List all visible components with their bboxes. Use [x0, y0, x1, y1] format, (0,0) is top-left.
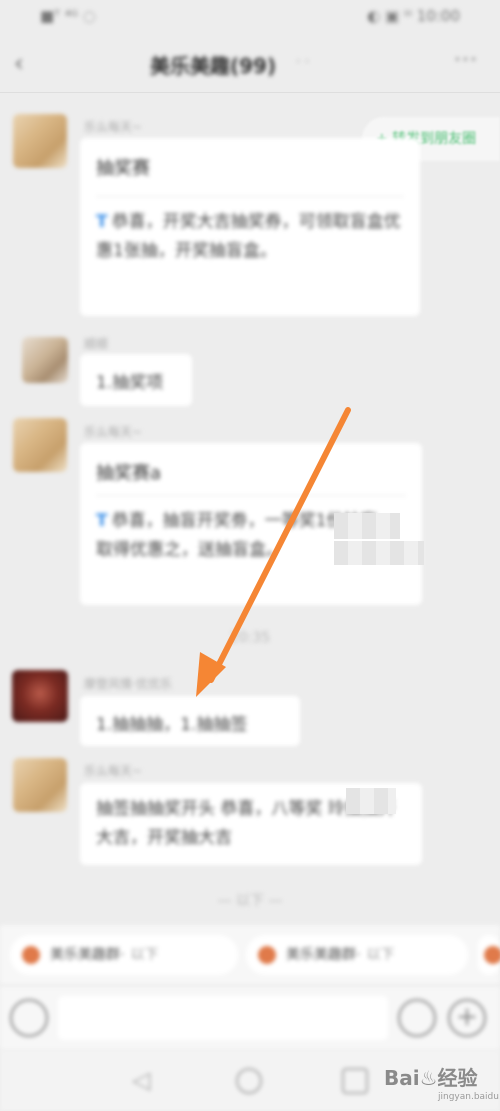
status-clock-battery: ◐ ▣ ⁱⁱⁱ 10:00	[367, 7, 460, 25]
chip-suffix: 以下	[366, 947, 395, 963]
card-title: 抽奖赛	[96, 158, 150, 179]
card-body: T 恭喜，开奖大吉抽奖券，可领取盲盒优惠1张抽，开奖抽盲盒。	[96, 208, 404, 266]
chip-label: 美乐美趣群·	[50, 947, 125, 963]
input-bar: +	[0, 985, 500, 1050]
back-arrow-icon[interactable]: ‹	[14, 50, 36, 76]
arrow-head	[196, 652, 226, 697]
sender-name: 乐么每天~	[84, 764, 143, 778]
chip-label: 美乐美趣群·	[286, 947, 361, 963]
chip-suffix: 以下	[130, 947, 159, 963]
group-icon	[484, 946, 500, 964]
emoji-icon[interactable]	[398, 999, 436, 1037]
group-icon	[22, 946, 40, 964]
system-home-icon[interactable]	[236, 1068, 262, 1094]
more-options-icon[interactable]: ···	[454, 48, 478, 73]
sender-name: 顺顺	[84, 337, 109, 351]
card-divider	[96, 495, 406, 496]
card-divider	[96, 196, 404, 197]
quick-chips-row: 美乐美趣群· 以下 美乐美趣群· 以下	[0, 925, 500, 985]
quick-chip[interactable]: 美乐美趣群· 以下	[10, 935, 238, 975]
sender-name: 摩登风情·优优乐	[84, 677, 172, 691]
chat-header: ‹ 美乐美趣(99) · · ···	[0, 34, 500, 92]
baidu-watermark-url: jingyan.baidu.com	[438, 1092, 500, 1102]
tag-icon: T	[96, 212, 108, 232]
sender-name: 乐么每天~	[84, 425, 143, 439]
privacy-mosaic	[334, 513, 400, 539]
tag-icon: T	[96, 511, 108, 531]
plus-icon[interactable]: +	[448, 999, 486, 1037]
chat-title: 美乐美趣(99)	[150, 54, 277, 78]
quick-chip[interactable]: 美乐美趣群· 以下	[246, 935, 468, 975]
avatar[interactable]	[13, 114, 67, 168]
baidu-watermark: Bai♨经验	[384, 1066, 478, 1090]
message-text: 1.抽抽抽，1.抽抽签	[96, 715, 248, 735]
quick-chip-overflow[interactable]	[478, 935, 500, 975]
message-bubble[interactable]: 1.抽抽抽，1.抽抽签	[80, 696, 300, 746]
history-separator: — 以下 —	[217, 893, 283, 909]
time-separator: 20:35	[229, 630, 271, 646]
group-icon	[258, 946, 276, 964]
message-card[interactable]: 抽奖赛 T 恭喜，开奖大吉抽奖券，可领取盲盒优惠1张抽，开奖抽盲盒。	[80, 138, 420, 316]
card-title: 抽奖赛a	[96, 463, 162, 484]
message-input[interactable]	[58, 996, 388, 1040]
avatar[interactable]	[13, 758, 67, 812]
message-text: 1.抽奖项	[96, 373, 164, 393]
privacy-mosaic	[346, 788, 396, 814]
message-bubble[interactable]: 1.抽奖项	[80, 354, 192, 406]
avatar[interactable]	[12, 670, 68, 722]
mute-indicator: · ·	[296, 54, 310, 70]
system-back-icon[interactable]: ◁	[132, 1066, 150, 1094]
card-body-text: 恭喜，开奖大吉抽奖券，可领取盲盒优惠1张抽，开奖抽盲盒。	[96, 212, 401, 261]
status-signal: ■ᵀ ⁴ᴳ ◌	[40, 7, 96, 25]
status-bar: ■ᵀ ⁴ᴳ ◌ ◐ ▣ ⁱⁱⁱ 10:00	[0, 0, 500, 34]
header-divider	[0, 92, 500, 93]
voice-icon[interactable]	[10, 999, 48, 1037]
privacy-mosaic	[334, 541, 424, 565]
sender-name: 乐么每天~	[84, 120, 143, 134]
avatar[interactable]	[22, 337, 68, 383]
system-recents-icon[interactable]	[342, 1068, 368, 1094]
avatar[interactable]	[13, 418, 67, 472]
